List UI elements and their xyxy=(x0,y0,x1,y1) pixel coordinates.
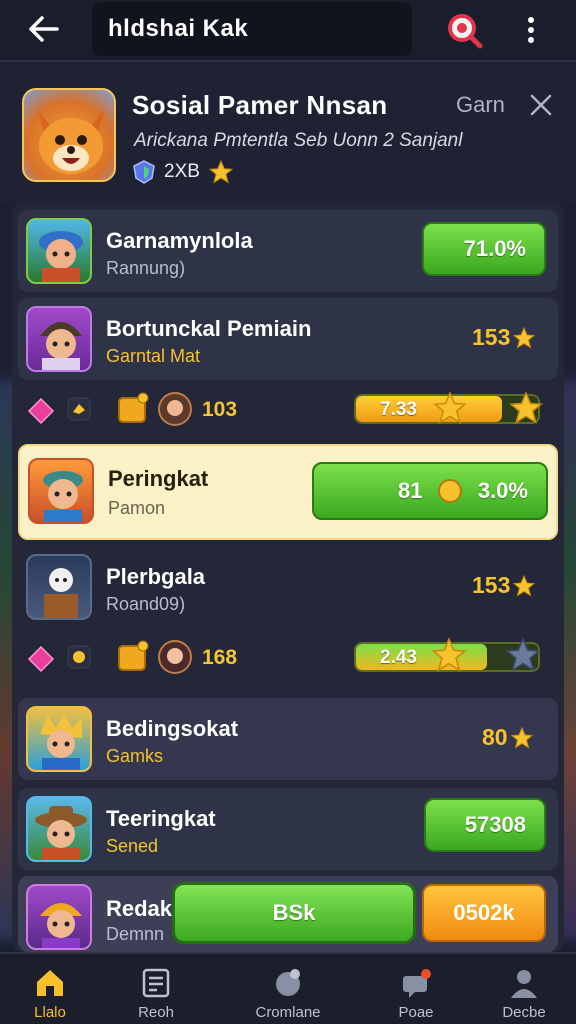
list-item-title: Bedingsokat xyxy=(106,716,239,741)
rating-value: 80 xyxy=(482,724,534,751)
app-screen: hldshai Kak Sosial Pamer Nnsan Garn Aric… xyxy=(0,0,576,1024)
list-item-title: Garnamynlola xyxy=(106,228,253,253)
stats-line: 103 7.33 xyxy=(24,391,554,430)
star-icon xyxy=(433,391,467,424)
game-title: Sosial Pamer Nnsan xyxy=(132,90,388,120)
progress-fill xyxy=(356,396,502,422)
star-icon xyxy=(505,637,541,672)
list-item-title: Bortunckal Pemiain xyxy=(106,316,312,341)
game-icon xyxy=(22,88,116,182)
stats-line: 168 2.43 xyxy=(24,637,554,678)
progress-button[interactable]: 71.0% xyxy=(422,222,546,276)
score-value: 57308 xyxy=(464,812,526,837)
avatar xyxy=(26,306,92,372)
stat-count: 103 xyxy=(202,398,238,421)
game-subtitle: Arickana Pmtentla Seb Uonn 2 Sanjanl xyxy=(134,130,463,151)
bottom-navigation: Llalo Reoh Cromlane Poae Decbe xyxy=(0,952,576,1024)
progress-label: 2.43 xyxy=(380,647,417,668)
list-item-subtitle: Garntal Mat xyxy=(106,346,201,366)
list-item[interactable]: Bedingsokat Gamks 80 xyxy=(18,698,558,780)
rating-number: 153 xyxy=(472,572,511,598)
reward-button[interactable]: 0502k xyxy=(422,884,546,942)
list-item[interactable]: Teeringkat Sened 57308 xyxy=(18,788,558,870)
score-button[interactable]: 81 3.0% xyxy=(312,462,548,520)
avatar xyxy=(26,796,92,862)
star-icon xyxy=(513,574,536,597)
list-item-subtitle: Demnn xyxy=(106,924,165,944)
more-options-icon[interactable] xyxy=(518,14,544,46)
star-icon xyxy=(509,391,543,424)
list-item-title: Teeringkat xyxy=(106,806,216,831)
primary-action-button[interactable]: BSk xyxy=(172,882,416,944)
list-item-subtitle: Gamks xyxy=(106,746,164,766)
game-size: 2XB xyxy=(164,161,200,182)
nav-item-home[interactable]: Llalo xyxy=(0,954,100,1024)
chest-icon xyxy=(118,640,149,671)
nav-label: Reoh xyxy=(138,1004,174,1021)
nav-label: Llalo xyxy=(34,1004,66,1021)
rating-number: 80 xyxy=(482,724,508,750)
badge-icon xyxy=(67,645,91,669)
avatar xyxy=(26,884,92,950)
home-icon xyxy=(37,970,63,996)
progress-value: 71.0% xyxy=(463,236,526,261)
rating-number: 153 xyxy=(472,324,511,350)
star-icon xyxy=(510,726,533,749)
avatar xyxy=(26,706,92,772)
back-arrow-icon[interactable] xyxy=(26,14,60,44)
star-icon xyxy=(513,326,536,349)
list-item-subtitle: Pamon xyxy=(108,498,166,518)
list-item[interactable]: Garnamynlola Rannung) 71.0% xyxy=(18,210,558,292)
search-text: hldshai Kak xyxy=(108,15,249,42)
list-item[interactable]: Plerbgala Roand09) 153 xyxy=(18,546,558,628)
nav-label: Decbe xyxy=(502,1004,546,1021)
reward-value: 0502k xyxy=(453,900,515,925)
avatar-icon xyxy=(158,392,192,426)
nav-item-chat[interactable]: Cromlane xyxy=(238,954,338,1024)
shield-gem-icon xyxy=(133,160,155,184)
score-button[interactable]: 57308 xyxy=(424,798,546,852)
rating-value: 153 xyxy=(472,324,536,351)
list-item-title: Plerbgala xyxy=(106,564,206,589)
nav-item-profile[interactable]: Decbe xyxy=(474,954,574,1024)
nav-item-gift[interactable]: Poae xyxy=(366,954,466,1024)
list-item-highlighted[interactable]: Peringkat Pamon 81 3.0% xyxy=(18,444,558,540)
profile-icon xyxy=(511,970,537,998)
list-item-subtitle: Sened xyxy=(106,836,159,856)
star-icon xyxy=(431,637,467,672)
nav-label: Cromlane xyxy=(255,1004,321,1021)
nav-item-document[interactable]: Reoh xyxy=(106,954,206,1024)
avatar-icon xyxy=(158,640,192,674)
list-item[interactable]: Bortunckal Pemiain Garntal Mat 153 xyxy=(18,298,558,380)
close-icon[interactable] xyxy=(530,94,552,116)
top-bar: hldshai Kak xyxy=(0,0,576,62)
rating-value: 153 xyxy=(472,572,536,599)
coin-icon xyxy=(438,479,463,503)
game-meta: 2XB xyxy=(132,158,234,186)
avatar xyxy=(28,458,94,524)
star-icon xyxy=(208,159,234,184)
heart-gem-icon xyxy=(27,645,55,673)
progress-label: 7.33 xyxy=(380,399,417,420)
heart-gem-icon xyxy=(27,397,55,425)
game-category: Garn xyxy=(456,92,505,117)
primary-action-label: BSk xyxy=(272,900,316,925)
search-icon[interactable] xyxy=(444,10,484,50)
score-percent: 3.0% xyxy=(477,478,528,503)
list-item-subtitle: Roand09) xyxy=(106,594,186,614)
avatar xyxy=(26,554,92,620)
list-item-title: Redak xyxy=(106,896,173,921)
avatar xyxy=(26,218,92,284)
search-input[interactable]: hldshai Kak xyxy=(92,2,412,56)
nav-label: Poae xyxy=(398,1004,434,1021)
gift-icon xyxy=(403,969,431,998)
chat-icon xyxy=(276,969,300,996)
document-icon xyxy=(142,968,170,998)
badge-icon xyxy=(67,397,91,421)
list-item-subtitle: Rannung) xyxy=(106,258,186,278)
chest-icon xyxy=(118,392,149,423)
score-value: 81 xyxy=(398,478,423,503)
list-item-title: Peringkat xyxy=(108,466,209,491)
stat-count: 168 xyxy=(202,646,238,669)
